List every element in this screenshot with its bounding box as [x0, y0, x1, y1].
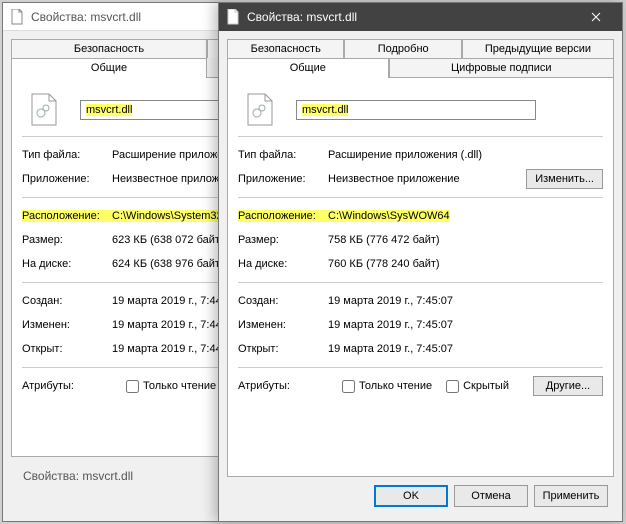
ok-button[interactable]: OK: [374, 485, 448, 507]
value-opened: 19 марта 2019 г., 7:45:07: [328, 343, 603, 355]
tab-previous-versions[interactable]: Предыдущие версии: [462, 39, 614, 58]
value-created: 19 марта 2019 г., 7:45:07: [328, 295, 603, 307]
titlebar[interactable]: Свойства: msvcrt.dll: [219, 3, 622, 31]
close-button[interactable]: [576, 3, 616, 31]
properties-window-syswow64: Свойства: msvcrt.dll Безопасность Подроб…: [218, 2, 623, 522]
value-size: 758 КБ (776 472 байт): [328, 234, 603, 246]
window-body: Безопасность Подробно Предыдущие версии …: [219, 31, 622, 521]
tab-general[interactable]: Общие: [227, 58, 389, 77]
value-app: Неизвестное приложение: [328, 173, 526, 185]
tab-general[interactable]: Общие: [11, 58, 207, 77]
label-app: Приложение:: [238, 173, 328, 185]
label-location: Расположение:: [22, 210, 112, 222]
label-location: Расположение:: [238, 210, 328, 222]
dll-icon: [244, 94, 276, 126]
label-type: Тип файла:: [238, 149, 328, 161]
value-type: Расширение приложения (.dll): [328, 149, 603, 161]
label-attributes: Атрибуты:: [238, 380, 328, 392]
cancel-button[interactable]: Отмена: [454, 485, 528, 507]
checkbox-hidden[interactable]: Скрытый: [446, 380, 509, 393]
tab-security[interactable]: Безопасность: [227, 39, 344, 58]
dll-icon: [28, 94, 60, 126]
label-created: Создан:: [238, 295, 328, 307]
value-modified: 19 марта 2019 г., 7:45:07: [328, 319, 603, 331]
change-button[interactable]: Изменить...: [526, 169, 603, 189]
label-created: Создан:: [22, 295, 112, 307]
footer-title: Свойства: msvcrt.dll: [23, 469, 133, 483]
label-ondisk: На диске:: [238, 258, 328, 270]
value-ondisk: 760 КБ (778 240 байт): [328, 258, 603, 270]
label-size: Размер:: [22, 234, 112, 246]
tab-details[interactable]: Подробно: [344, 39, 461, 58]
checkbox-readonly[interactable]: Только чтение: [126, 380, 216, 393]
tab-panel-general: msvcrt.dll Тип файла:Расширение приложен…: [227, 77, 614, 477]
tab-security[interactable]: Безопасность: [11, 39, 207, 58]
label-modified: Изменен:: [22, 319, 112, 331]
label-attributes: Атрибуты:: [22, 380, 112, 392]
checkbox-readonly[interactable]: Только чтение: [342, 380, 432, 393]
label-opened: Открыт:: [238, 343, 328, 355]
label-modified: Изменен:: [238, 319, 328, 331]
tab-strip: Безопасность Подробно Предыдущие версии …: [227, 39, 614, 77]
apply-button[interactable]: Применить: [534, 485, 608, 507]
filename-input[interactable]: msvcrt.dll: [296, 100, 536, 120]
value-location: C:\Windows\SysWOW64: [328, 210, 603, 222]
label-size: Размер:: [238, 234, 328, 246]
file-icon: [225, 9, 241, 25]
window-title: Свойства: msvcrt.dll: [247, 10, 576, 24]
label-opened: Открыт:: [22, 343, 112, 355]
other-attributes-button[interactable]: Другие...: [533, 376, 603, 396]
label-type: Тип файла:: [22, 149, 112, 161]
label-ondisk: На диске:: [22, 258, 112, 270]
file-icon: [9, 9, 25, 25]
tab-digital-signatures[interactable]: Цифровые подписи: [389, 58, 614, 77]
label-app: Приложение:: [22, 173, 112, 185]
